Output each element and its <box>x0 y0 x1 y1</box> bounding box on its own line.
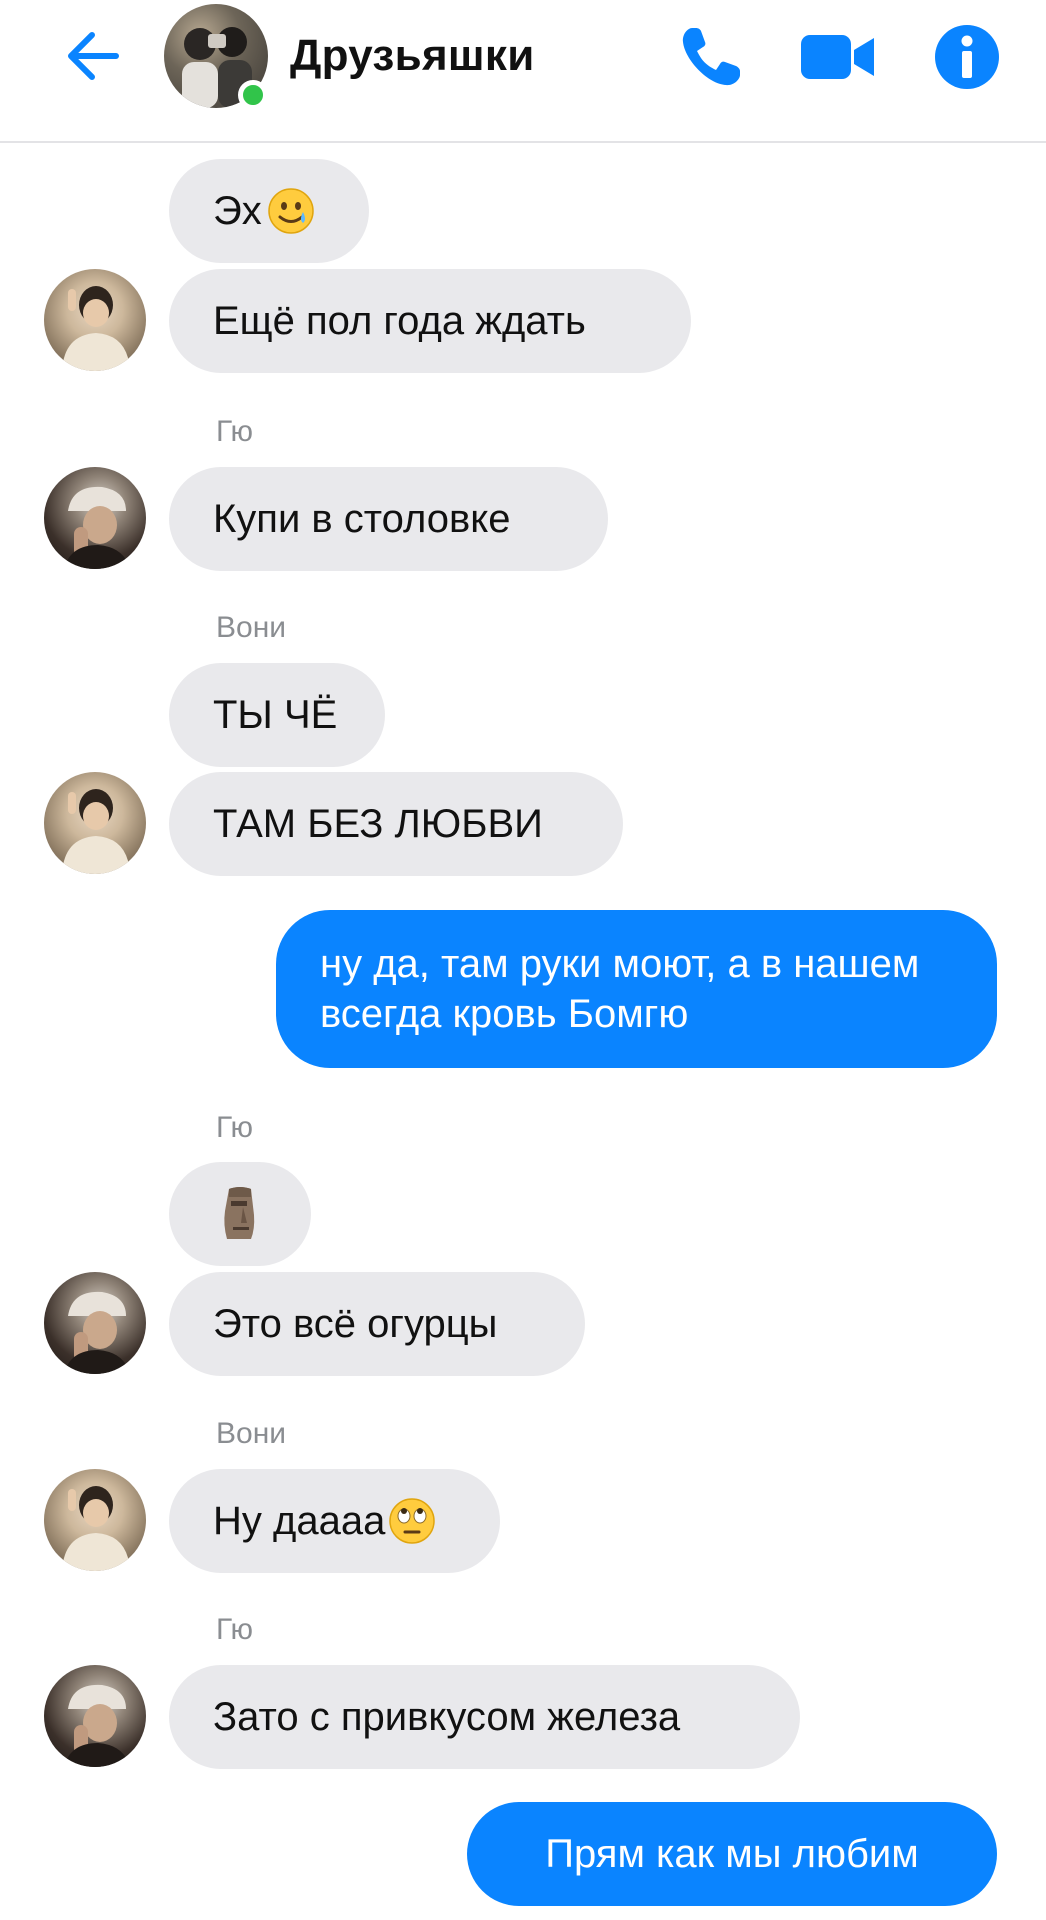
message-text: Прям как мы любим <box>545 1832 919 1876</box>
message-text: Зато с привкусом железа <box>213 1695 681 1739</box>
video-call-button[interactable] <box>797 22 879 92</box>
back-arrow-icon <box>68 32 119 80</box>
avatar-voni[interactable] <box>44 269 146 371</box>
message-text: Это всё огурцы <box>213 1302 498 1346</box>
avatar-gyu[interactable] <box>44 1272 146 1374</box>
avatar-voni[interactable] <box>44 772 146 874</box>
message-bubble[interactable]: Эх <box>169 159 369 263</box>
message-text: Ну даааа <box>213 1499 386 1543</box>
message-bubble[interactable]: ТАМ БЕЗ ЛЮБВИ <box>169 772 623 876</box>
sender-name: Вони <box>216 1417 287 1450</box>
avatar-gyu[interactable] <box>44 467 146 569</box>
avatar-voni[interactable] <box>44 1469 146 1571</box>
message-bubble[interactable]: Ну даааа <box>169 1469 500 1573</box>
message-bubble[interactable]: ТЫ ЧЁ <box>169 663 385 767</box>
message-bubble[interactable]: Ещё пол года ждать <box>169 269 691 373</box>
video-camera-icon <box>801 35 874 79</box>
chat-header: Друзьяшки <box>0 0 1046 143</box>
sender-name: Вони <box>216 611 287 644</box>
moai-emoji-icon <box>224 1187 255 1239</box>
message-text: Купи в столовке <box>213 497 511 541</box>
group-avatar[interactable] <box>164 4 268 110</box>
info-icon <box>935 25 999 89</box>
message-text: ТЫ ЧЁ <box>213 693 338 737</box>
message-bubble[interactable]: Это всё огурцы <box>169 1272 585 1376</box>
sender-name: Гю <box>216 415 254 448</box>
message-text: ТАМ БЕЗ ЛЮБВИ <box>213 802 543 846</box>
avatar-gyu[interactable] <box>44 1665 146 1767</box>
message-text: Ещё пол года ждать <box>213 299 586 343</box>
message-text: ну да, там руки моют, а в нашем всегда к… <box>320 942 920 1036</box>
online-status-dot <box>238 80 268 110</box>
message-text: Эх <box>213 189 262 233</box>
call-button[interactable] <box>676 22 746 92</box>
sender-name: Гю <box>216 1111 254 1144</box>
chat-title[interactable]: Друзьяшки <box>290 28 535 84</box>
phone-icon <box>682 28 740 86</box>
face-with-rolling-eyes-emoji-icon <box>389 1498 436 1544</box>
message-bubble-outgoing[interactable]: ну да, там руки моют, а в нашем всегда к… <box>276 910 997 1068</box>
sender-name: Гю <box>216 1613 254 1646</box>
info-button[interactable] <box>932 22 1002 92</box>
message-bubble[interactable]: Купи в столовке <box>169 467 608 571</box>
message-bubble-outgoing[interactable]: Прям как мы любим <box>467 1802 997 1906</box>
message-bubble[interactable]: Зато с привкусом железа <box>169 1665 800 1769</box>
back-button[interactable] <box>58 24 128 88</box>
message-bubble[interactable] <box>169 1162 311 1266</box>
smiling-face-with-tear-emoji-icon <box>268 188 314 234</box>
